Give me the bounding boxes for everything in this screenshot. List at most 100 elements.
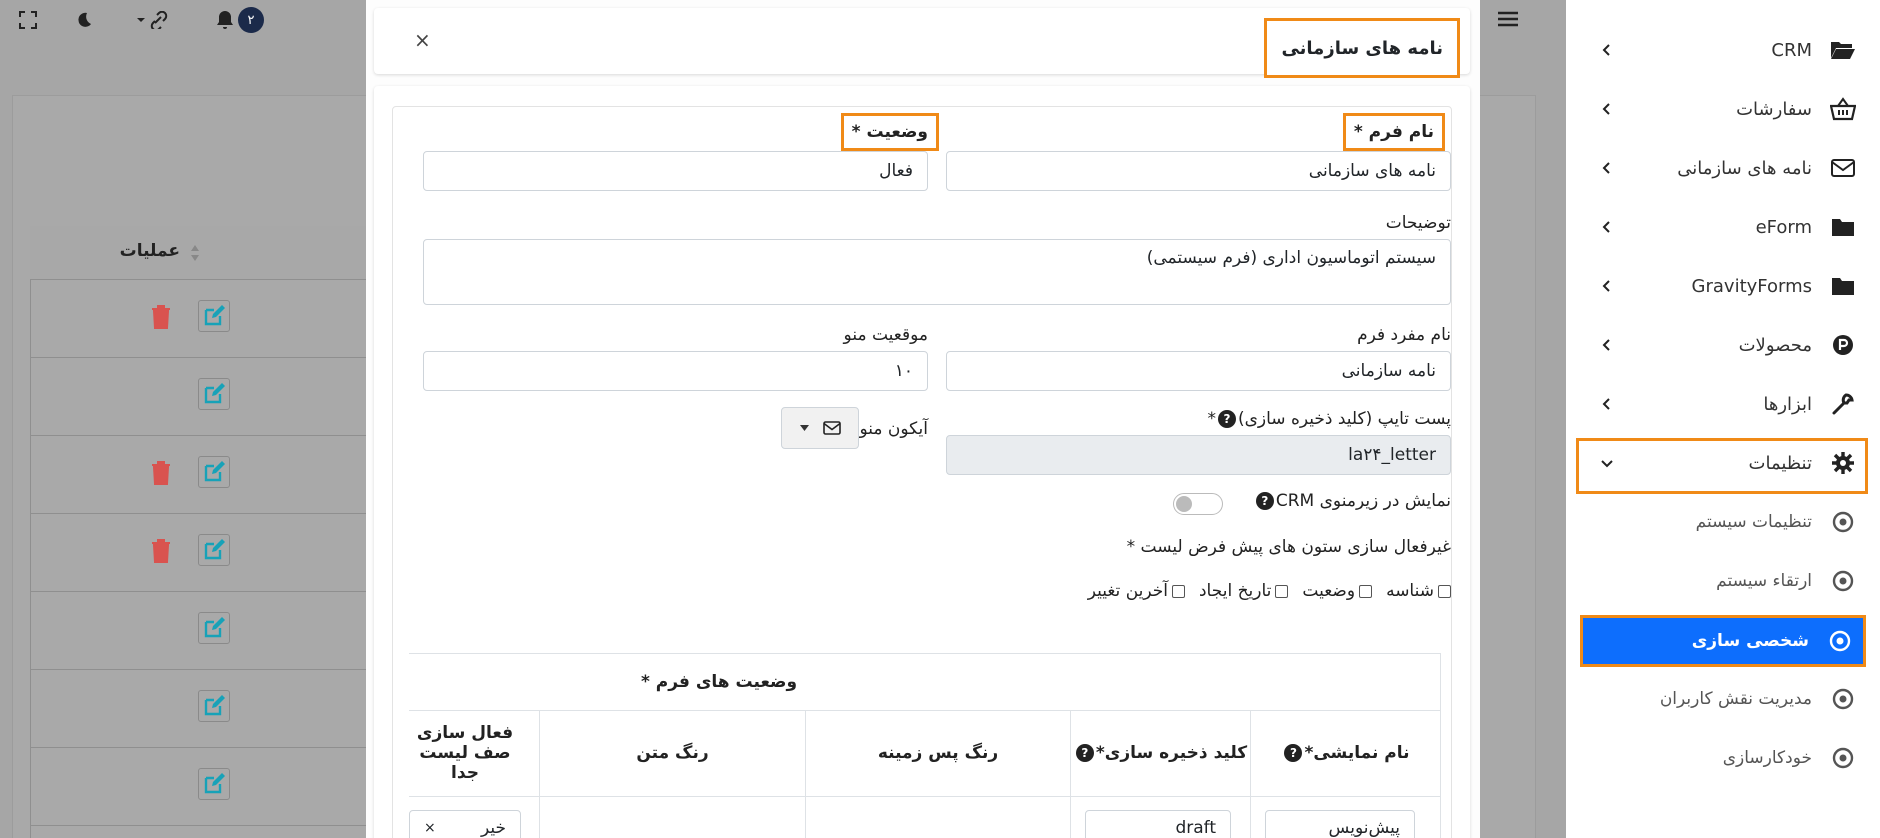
th-text-color: رنگ متن [636, 743, 709, 763]
modal-title: نامه های سازمانی [1264, 18, 1460, 78]
menu-icon-label: آیکون منو [859, 419, 928, 439]
checkbox-id[interactable]: شناسه [1386, 581, 1451, 601]
sidebar-item-products[interactable]: محصولات [1566, 320, 1880, 370]
menu-icon-picker[interactable] [781, 407, 859, 449]
hamburger-icon[interactable] [1496, 8, 1520, 30]
sidebar-subitem-automation[interactable]: خودکارسازی [1566, 733, 1880, 783]
edit-button[interactable] [198, 378, 230, 410]
modal-dialog: نامه های سازمانی × نام فرم * نامه های سا… [366, 0, 1480, 838]
singular-name-input[interactable]: نامه سازمانی [946, 351, 1451, 391]
edit-button[interactable] [198, 456, 230, 488]
th-display-name: نام نمایشی*? [1251, 710, 1441, 796]
sidebar-subitem-system-upgrade[interactable]: ارتقاء سیستم [1566, 556, 1880, 606]
description-textarea[interactable]: سیستم اتوماسیون اداری (فرم سیستمی) [423, 239, 1451, 305]
default-columns-checkboxes: شناسه وضعیت تاریخ ایجاد آخرین تغییر [1088, 581, 1451, 601]
statuses-table: وضعیت های فرم * نام نمایشی*? کلید ذخیره … [409, 653, 1441, 838]
background-table-header: عملیات [30, 226, 370, 280]
edit-button[interactable] [198, 690, 230, 722]
circle-dot-icon [1827, 628, 1853, 654]
statuses-title: وضعیت های فرم * [640, 672, 798, 692]
help-icon[interactable]: ? [1255, 492, 1274, 510]
post-type-input[interactable]: la۲۴_letter [946, 435, 1451, 475]
circle-dot-icon [1830, 509, 1856, 535]
envelope-icon [1830, 155, 1856, 181]
chevron-left-icon [1602, 398, 1610, 410]
table-row [30, 514, 370, 592]
form-name-label: نام فرم * [1342, 113, 1445, 151]
circle-dot-icon [1830, 568, 1856, 594]
link-icon[interactable] [134, 8, 180, 32]
caret-down-icon [799, 425, 809, 431]
chevron-left-icon [1602, 339, 1610, 351]
delete-icon[interactable] [150, 538, 172, 564]
disable-columns-label: غیرفعال سازی ستون های پیش فرض لیست * [1126, 537, 1451, 557]
folder-open-icon [1830, 37, 1856, 63]
status-display-name-input[interactable]: پیش‌نویس [1265, 810, 1415, 838]
envelope-icon [822, 421, 841, 435]
circle-dot-icon [1830, 745, 1856, 771]
notification-badge: ۲ [238, 7, 264, 33]
moon-icon[interactable] [72, 8, 96, 32]
sidebar-item-crm[interactable]: CRM [1566, 25, 1880, 75]
product-p-icon [1830, 332, 1856, 358]
sidebar-item-letters[interactable]: نامه های سازمانی [1566, 143, 1880, 193]
th-background-color: رنگ پس زمینه [877, 743, 999, 763]
bell-icon[interactable] [214, 8, 236, 32]
chevron-left-icon [1602, 162, 1610, 174]
table-row [30, 358, 370, 436]
table-row [30, 436, 370, 514]
checkbox-last-modified[interactable]: آخرین تغییر [1088, 581, 1185, 601]
sidebar-subitem-system-settings[interactable]: تنظیمات سیستم [1566, 497, 1880, 547]
menu-position-input[interactable]: ۱۰ [423, 351, 928, 391]
clear-icon[interactable]: × [424, 820, 436, 836]
chevron-left-icon [1602, 103, 1610, 115]
table-row [30, 592, 370, 670]
description-label: توضیحات [1385, 213, 1451, 233]
description-text: سیستم اتوماسیون اداری (فرم سیستمی) [1146, 248, 1436, 268]
edit-button[interactable] [198, 768, 230, 800]
separate-list-select[interactable]: خیر × [409, 810, 521, 838]
basket-icon [1830, 96, 1856, 122]
folder-icon [1830, 214, 1856, 240]
table-row [30, 280, 370, 358]
sidebar-item-eform[interactable]: eForm [1566, 202, 1880, 252]
show-in-crm-label: نمایش در زیرمنوی CRM? [1254, 491, 1451, 511]
modal-body: نام فرم * نامه های سازمانی وضعیت * فعال … [374, 86, 1470, 838]
settings-highlight [1576, 438, 1868, 494]
help-icon[interactable]: ? [1217, 410, 1236, 428]
show-in-crm-toggle[interactable] [1173, 493, 1223, 515]
sidebar: CRM سفارشات نامه های سازمانی eForm Gravi… [1566, 0, 1880, 838]
chevron-left-icon [1602, 280, 1610, 292]
sidebar-item-tools[interactable]: ابزارها [1566, 379, 1880, 429]
delete-icon[interactable] [150, 304, 172, 330]
post-type-label: پست تایپ (کلید ذخیره سازی)?* [1207, 409, 1451, 429]
sidebar-item-gravityforms[interactable]: GravityForms [1566, 261, 1880, 311]
form-name-input[interactable]: نامه های سازمانی [946, 151, 1451, 191]
help-icon[interactable]: ? [1075, 744, 1094, 762]
status-key-input[interactable]: draft [1085, 810, 1231, 838]
expand-icon[interactable] [16, 8, 40, 32]
sidebar-item-orders[interactable]: سفارشات [1566, 84, 1880, 134]
help-icon[interactable]: ? [1284, 744, 1303, 762]
operations-header: عملیات [119, 241, 180, 261]
table-row [30, 748, 370, 826]
close-icon[interactable]: × [414, 28, 431, 52]
folder-icon [1830, 273, 1856, 299]
chevron-left-icon [1602, 44, 1610, 56]
status-label: وضعیت * [840, 113, 939, 151]
status-select[interactable]: فعال [423, 151, 928, 191]
wrench-icon [1830, 391, 1856, 417]
edit-button[interactable] [198, 300, 230, 332]
chevron-left-icon [1602, 221, 1610, 233]
sidebar-subitem-user-roles[interactable]: مدیریت نقش کاربران [1566, 674, 1880, 724]
circle-dot-icon [1830, 686, 1856, 712]
sidebar-subitem-personalization[interactable]: شخصی سازی [1580, 615, 1866, 667]
checkbox-status[interactable]: وضعیت [1302, 581, 1373, 601]
checkbox-created-date[interactable]: تاریخ ایجاد [1199, 581, 1289, 601]
edit-button[interactable] [198, 534, 230, 566]
th-separate-list: فعال سازی صف لیست جدا [416, 723, 514, 783]
delete-icon[interactable] [150, 460, 172, 486]
table-row [30, 670, 370, 748]
singular-name-label: نام مفرد فرم [1357, 325, 1451, 345]
edit-button[interactable] [198, 612, 230, 644]
